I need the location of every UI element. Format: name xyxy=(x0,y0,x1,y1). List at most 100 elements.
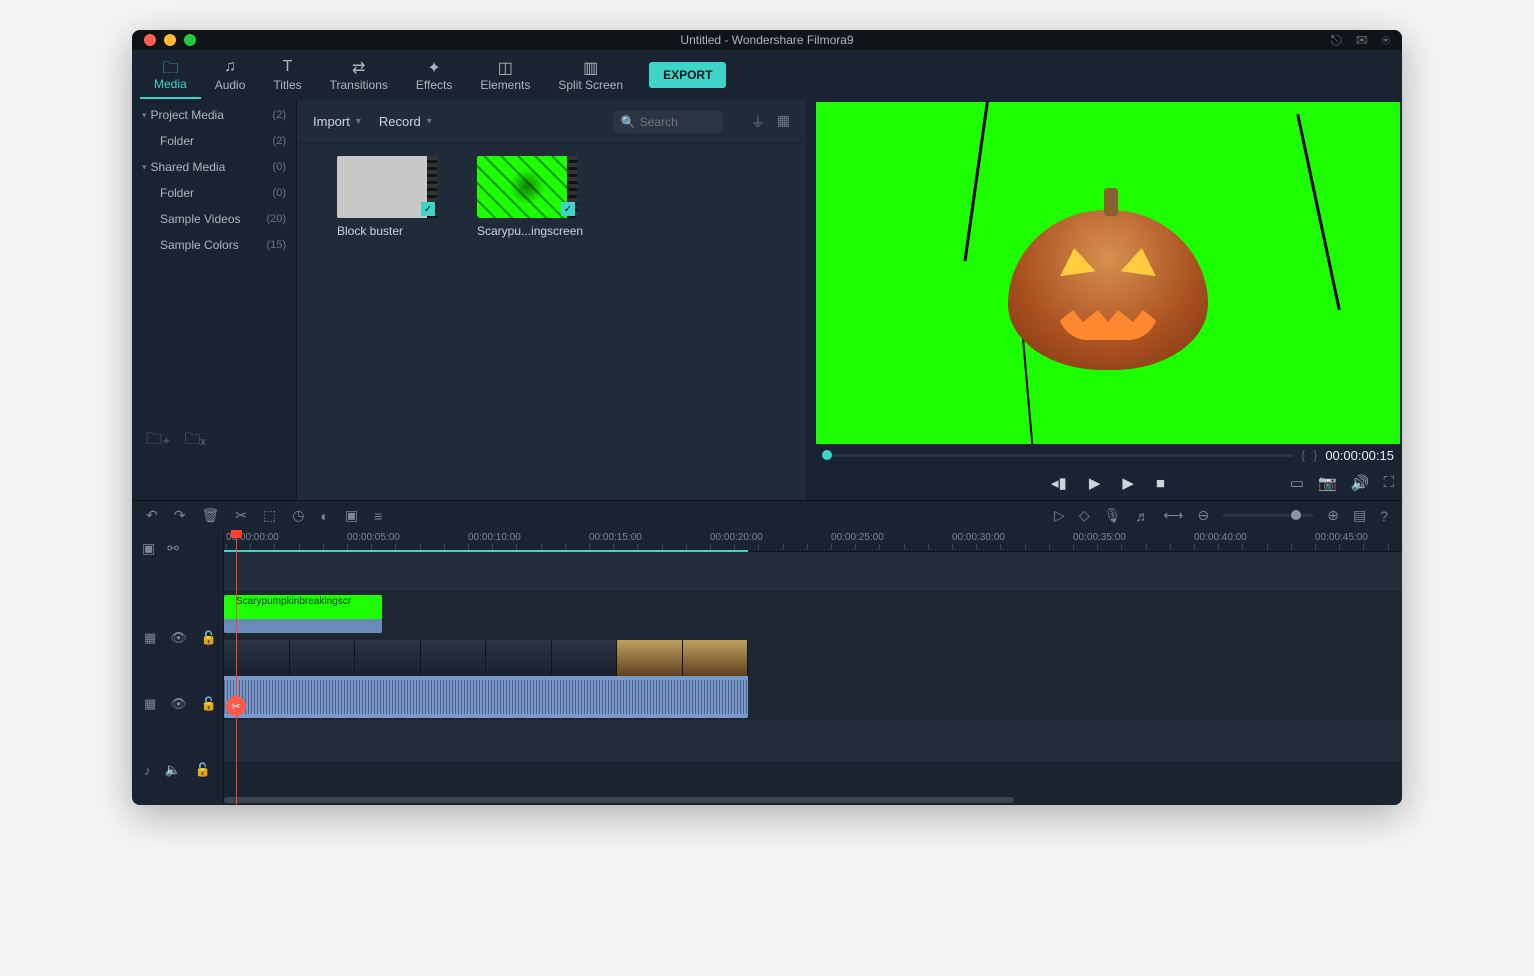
track-lane-overlay[interactable]: Scarypumpkinbreakingscr xyxy=(224,592,1402,638)
preview-viewport[interactable] xyxy=(816,102,1400,444)
speed-icon[interactable]: ◷ xyxy=(292,507,304,524)
track-head-audio: ♪ 🔈 🔓 xyxy=(132,746,223,794)
loop-end-icon[interactable]: } xyxy=(1313,448,1317,462)
filter-icon[interactable]: ⏚ xyxy=(751,112,765,132)
time-ruler[interactable]: 00:00:00:0000:00:05:0000:00:10:0000:00:1… xyxy=(224,530,1402,552)
music-icon[interactable]: ♪ xyxy=(144,763,151,778)
track-lane-audio[interactable] xyxy=(224,720,1402,762)
crop-icon[interactable]: ⬚ xyxy=(263,507,276,524)
playhead[interactable] xyxy=(236,530,237,805)
next-frame-icon[interactable]: ▶ xyxy=(1122,474,1134,492)
chevron-down-icon: ▾ xyxy=(427,116,432,127)
tracks-area[interactable]: 00:00:00:0000:00:05:0000:00:10:0000:00:1… xyxy=(224,530,1402,805)
mixer-icon[interactable]: ♬ xyxy=(1135,508,1149,524)
fullscreen-icon[interactable]: ⛶ xyxy=(1383,474,1394,492)
lock-icon[interactable]: 🔓 xyxy=(201,696,217,712)
stop-icon[interactable]: ■ xyxy=(1156,475,1165,492)
eye-icon[interactable]: 👁 xyxy=(170,696,187,712)
volume-icon[interactable]: 🔊 xyxy=(1351,474,1370,492)
linkselect-icon[interactable]: ▣ xyxy=(142,540,155,557)
preview-timecode: 00:00:00:15 xyxy=(1325,448,1394,463)
link-icon[interactable]: ⚯ xyxy=(167,540,179,557)
media-item-scarypumpkin[interactable]: ✓ Scarypu...ingscreen xyxy=(477,156,577,238)
marker-icon[interactable]: ◇ xyxy=(1079,507,1090,524)
mute-icon[interactable]: 🔈 xyxy=(165,762,181,778)
redo-icon[interactable]: ↷ xyxy=(174,507,186,524)
tab-transitions[interactable]: ⇄Transitions xyxy=(316,52,402,98)
text-icon: T xyxy=(283,58,293,76)
cut-marker-icon[interactable]: ✂ xyxy=(226,696,246,716)
help-icon[interactable]: ? xyxy=(1380,508,1388,524)
fit-icon[interactable]: ⟷ xyxy=(1163,507,1183,524)
search-box[interactable]: 🔍 xyxy=(613,111,723,133)
sidebar-shared-media[interactable]: ▾Shared Media(0) xyxy=(132,154,296,180)
timeline-toolbar-right: ▷ ◇ 🎙 ♬ ⟷ ⊖ ⊕ ▤ ? xyxy=(1054,507,1388,524)
lock-icon[interactable]: 🔓 xyxy=(201,630,217,646)
play-icon[interactable]: ▶ xyxy=(1089,474,1101,492)
minimize-icon[interactable] xyxy=(164,34,176,46)
undo-icon[interactable]: ↶ xyxy=(146,507,158,524)
media-toolbar: Import▾ Record▾ 🔍 ⏚ ▦ xyxy=(297,100,806,144)
render-icon[interactable]: ▷ xyxy=(1054,507,1065,524)
chevron-down-icon: ▾ xyxy=(142,162,147,173)
prev-frame-icon[interactable]: ◂▮ xyxy=(1051,474,1067,492)
adjust-icon[interactable]: ≡ xyxy=(374,508,382,524)
media-item-blockbuster[interactable]: ✓ Block buster xyxy=(337,156,437,238)
track-lane-main[interactable]: ✂ xyxy=(224,638,1402,720)
sidebar-footer: 🗀₊ 🗀ₓ xyxy=(132,418,220,465)
video-icon[interactable]: ▦ xyxy=(144,630,156,646)
lock-icon[interactable]: 🔓 xyxy=(195,762,211,778)
greenscreen-icon[interactable]: ▣ xyxy=(345,507,358,524)
snapshot-icon[interactable]: 📷 xyxy=(1318,474,1337,492)
delete-folder-icon[interactable]: 🗀ₓ xyxy=(184,428,205,455)
search-input[interactable] xyxy=(640,115,720,129)
import-dropdown[interactable]: Import▾ xyxy=(313,114,361,129)
grid-view-icon[interactable]: ▦ xyxy=(777,112,790,132)
track-headers: ▣ ⚯ ▦ 👁 🔓 ▦ 👁 🔓 ♪ 🔈 🔓 xyxy=(132,530,224,805)
clip-main[interactable] xyxy=(224,640,748,718)
scrub-handle[interactable] xyxy=(822,450,832,460)
app-window: Untitled - Wondershare Filmora9 ⎋ ✉ ⍟ 🗀M… xyxy=(132,30,1402,805)
scrollbar-handle[interactable] xyxy=(224,797,1014,803)
effects-icon: ✦ xyxy=(427,58,440,76)
mail-icon[interactable]: ✉ xyxy=(1356,32,1368,49)
manage-tracks-icon[interactable]: ▤ xyxy=(1353,507,1366,524)
h-scrollbar[interactable] xyxy=(224,797,1402,803)
zoom-slider[interactable] xyxy=(1223,514,1313,517)
zoom-out-icon[interactable]: ⊖ xyxy=(1198,507,1210,524)
voiceover-icon[interactable]: 🎙 xyxy=(1104,507,1122,524)
tab-elements[interactable]: ◫Elements xyxy=(466,52,544,98)
scrub-track[interactable] xyxy=(822,454,1293,457)
tab-audio[interactable]: ♫Audio xyxy=(201,52,260,98)
tab-splitscreen[interactable]: ▥Split Screen xyxy=(544,52,637,98)
sidebar-sample-videos[interactable]: Sample Videos(20) xyxy=(132,206,296,232)
media-thumbs: ✓ Block buster ✓ Scarypu...ingscreen xyxy=(297,144,806,250)
sidebar-sample-colors[interactable]: Sample Colors(15) xyxy=(132,232,296,258)
account-icon[interactable]: ⎋ xyxy=(1331,32,1342,49)
export-button[interactable]: EXPORT xyxy=(649,62,726,88)
clip-overlay[interactable]: Scarypumpkinbreakingscr xyxy=(224,595,382,633)
zoom-in-icon[interactable]: ⊕ xyxy=(1327,507,1339,524)
color-icon[interactable]: ◐ xyxy=(320,508,328,524)
sidebar-folder-1[interactable]: Folder(2) xyxy=(132,128,296,154)
close-icon[interactable] xyxy=(144,34,156,46)
eye-icon[interactable]: 👁 xyxy=(170,630,187,646)
quality-icon[interactable]: ▭ xyxy=(1290,474,1304,492)
tab-titles[interactable]: TTitles xyxy=(259,52,315,98)
track-lane-spacer[interactable] xyxy=(224,552,1402,592)
tab-media[interactable]: 🗀Media xyxy=(140,51,201,99)
video-icon[interactable]: ▦ xyxy=(144,696,156,712)
tab-effects[interactable]: ✦Effects xyxy=(402,52,466,98)
maximize-icon[interactable] xyxy=(184,34,196,46)
track-head-overlay: ▦ 👁 🔓 xyxy=(132,614,223,662)
sidebar-folder-2[interactable]: Folder(0) xyxy=(132,180,296,206)
delete-icon[interactable]: 🗑 xyxy=(201,507,219,524)
new-folder-icon[interactable]: 🗀₊ xyxy=(146,428,170,455)
split-icon[interactable]: ✂ xyxy=(235,507,247,524)
loop-start-icon[interactable]: { xyxy=(1301,448,1305,462)
sidebar-project-media[interactable]: ▾Project Media(2) xyxy=(132,102,296,128)
record-dropdown[interactable]: Record▾ xyxy=(379,114,432,129)
notify-icon[interactable]: ⍟ xyxy=(1382,32,1390,49)
zoom-handle[interactable] xyxy=(1291,510,1301,520)
clip-audio-wave xyxy=(224,676,748,718)
